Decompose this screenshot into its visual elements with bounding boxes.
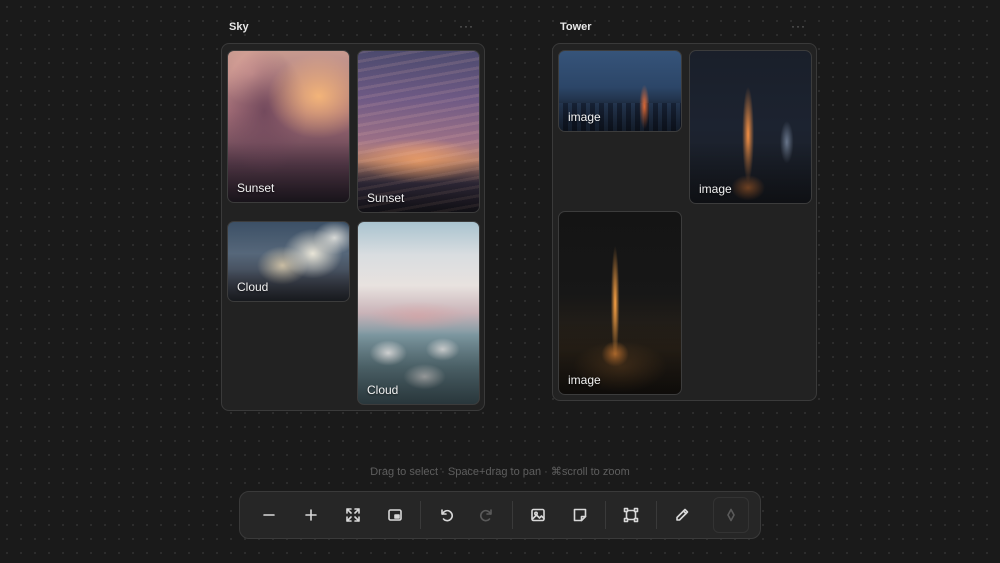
fit-screen-icon: [345, 508, 360, 522]
image-card-label: Cloud: [367, 383, 399, 397]
board-title-tower[interactable]: Tower: [560, 21, 592, 33]
image-card-sunset-2[interactable]: Sunset: [357, 50, 480, 213]
frame-icon: [623, 507, 639, 523]
undo-button[interactable]: [428, 497, 464, 533]
image-card-label: image: [568, 373, 601, 387]
board-sky: Sunset Sunset Cloud Cloud: [221, 43, 485, 411]
draw-button[interactable]: [664, 497, 700, 533]
image-card-tower-1[interactable]: image: [558, 50, 682, 132]
redo-button[interactable]: [470, 497, 506, 533]
toolbar-divider: [512, 501, 514, 529]
undo-icon: [440, 509, 453, 522]
minus-icon: [263, 514, 275, 516]
diamond-icon: [727, 508, 735, 522]
minimap-icon: [387, 509, 402, 521]
image-card-cloud-1[interactable]: Cloud: [227, 221, 350, 302]
image-icon: [531, 508, 546, 522]
board-menu-sky-icon[interactable]: ···: [459, 19, 474, 33]
bottom-toolbar: [239, 491, 761, 539]
image-card-tower-3[interactable]: image: [558, 211, 682, 395]
shape-button[interactable]: [713, 497, 749, 533]
toolbar-divider: [419, 501, 421, 529]
add-note-button[interactable]: [562, 497, 598, 533]
canvas-hint: Drag to select · Space+drag to pan · ⌘sc…: [370, 466, 630, 478]
image-card-tower-2[interactable]: image: [689, 50, 812, 204]
zoom-in-button[interactable]: [293, 497, 329, 533]
fit-screen-button[interactable]: [335, 497, 371, 533]
image-card-label: Sunset: [237, 181, 275, 195]
image-card-label: Cloud: [237, 280, 269, 294]
add-image-button[interactable]: [520, 497, 556, 533]
zoom-out-button[interactable]: [251, 497, 287, 533]
board-menu-tower-icon[interactable]: ···: [791, 19, 806, 33]
board-tower: image image image: [552, 43, 817, 401]
image-card-label: image: [568, 110, 601, 124]
plus-icon: [305, 509, 317, 521]
toolbar-divider: [656, 501, 658, 529]
image-card-cloud-2[interactable]: Cloud: [357, 221, 480, 405]
redo-icon: [480, 509, 493, 522]
add-frame-button[interactable]: [613, 497, 649, 533]
pencil-icon: [676, 508, 689, 521]
minimap-button[interactable]: [377, 497, 413, 533]
image-card-sunset-1[interactable]: Sunset: [227, 50, 350, 203]
image-card-label: Sunset: [367, 191, 405, 205]
sticky-note-icon: [573, 508, 587, 522]
board-title-sky[interactable]: Sky: [229, 21, 249, 33]
toolbar-divider: [605, 501, 607, 529]
image-card-label: image: [699, 182, 732, 196]
